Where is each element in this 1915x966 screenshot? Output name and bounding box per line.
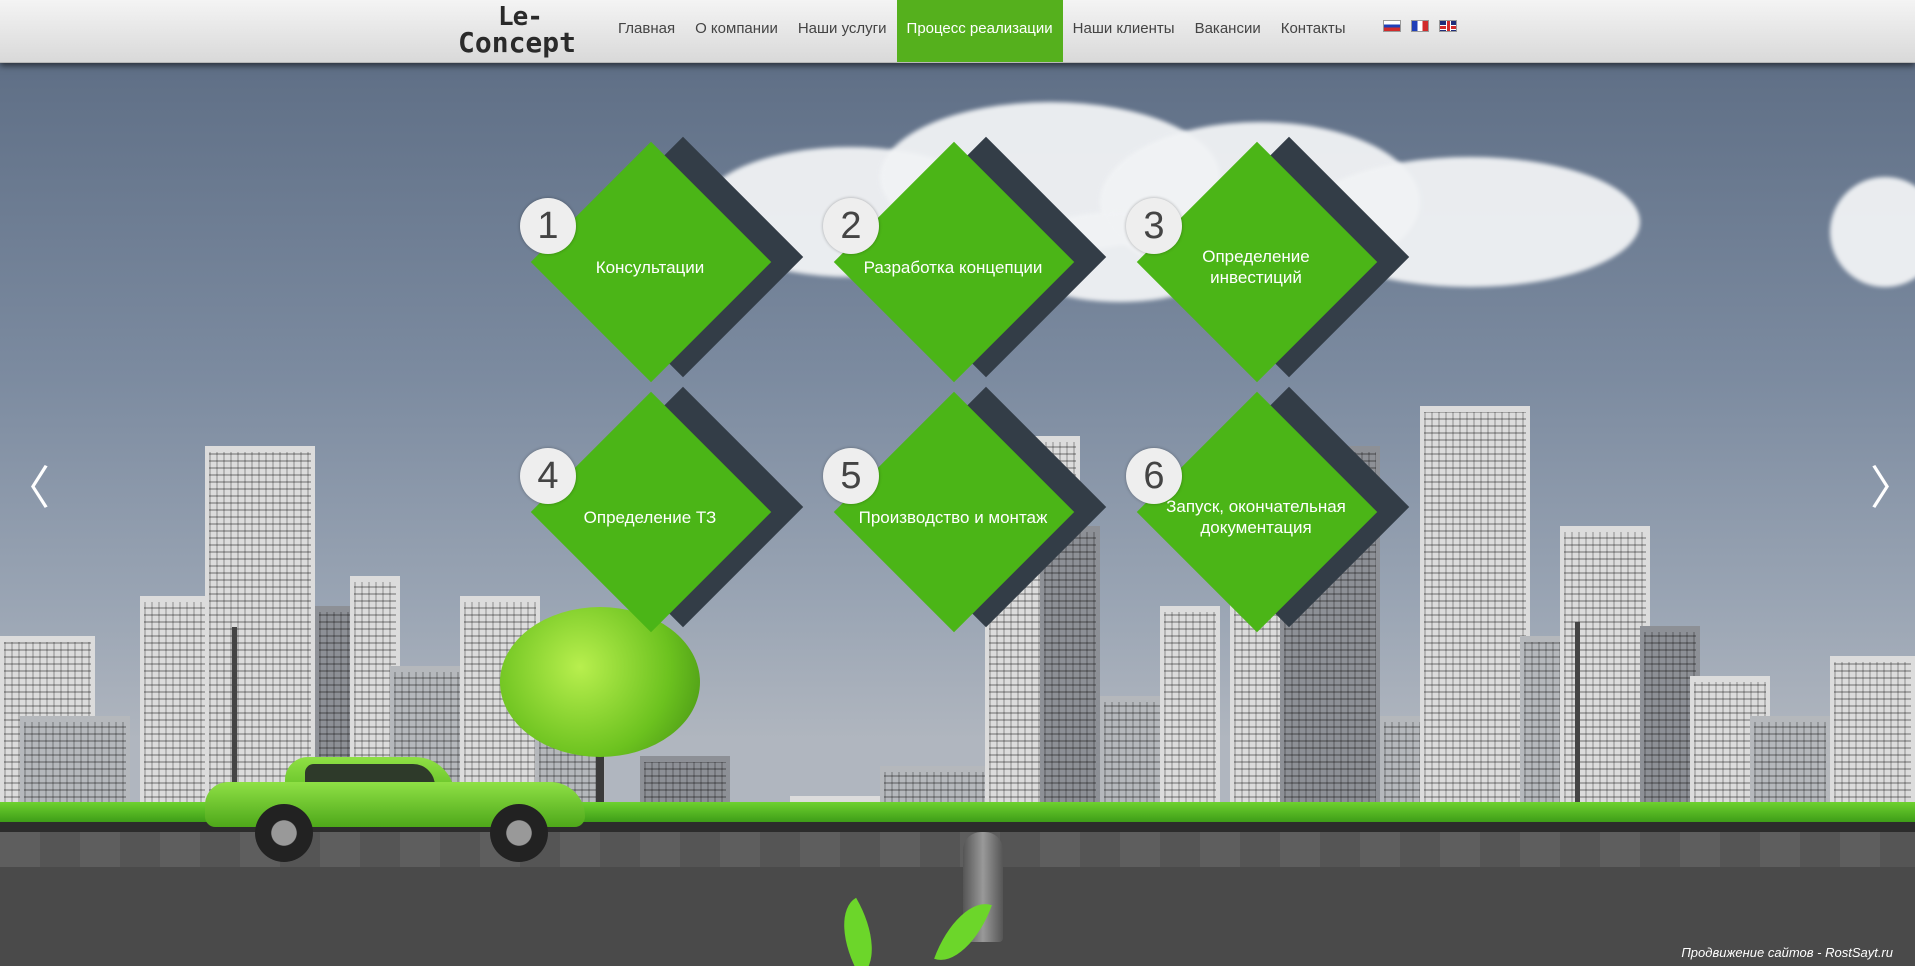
process-step-4[interactable]: Определение ТЗ 4 bbox=[520, 386, 804, 662]
step-label: Определение инвестиций bbox=[1202, 247, 1310, 287]
nav-item-services[interactable]: Наши услуги bbox=[788, 0, 897, 62]
car-decor bbox=[205, 752, 585, 862]
step-number: 1 bbox=[520, 198, 576, 254]
ru-flag-icon[interactable] bbox=[1383, 20, 1401, 32]
step-label: Определение ТЗ bbox=[583, 507, 717, 527]
nav-item-process[interactable]: Процесс реализации bbox=[896, 0, 1063, 62]
top-header: Le- Concept Главная О компании Наши услу… bbox=[0, 0, 1915, 63]
step-label: Консультации bbox=[595, 257, 705, 277]
process-step-1[interactable]: Консультации 1 bbox=[520, 136, 804, 412]
step-number: 6 bbox=[1126, 448, 1182, 504]
process-step-5[interactable]: Производство и монтаж 5 bbox=[823, 386, 1107, 662]
nav-item-contacts[interactable]: Контакты bbox=[1271, 0, 1356, 62]
step-number: 3 bbox=[1126, 198, 1182, 254]
process-step-2[interactable]: Разработка концепции 2 bbox=[823, 136, 1107, 412]
fr-flag-icon[interactable] bbox=[1411, 20, 1429, 32]
language-switcher bbox=[1383, 20, 1457, 32]
nav-item-clients[interactable]: Наши клиенты bbox=[1063, 0, 1185, 62]
process-step-6[interactable]: Запуск, окончательная документация 6 bbox=[1126, 386, 1410, 662]
main-nav: Главная О компании Наши услуги Процесс р… bbox=[608, 0, 1356, 62]
step-number: 2 bbox=[823, 198, 879, 254]
brand-logo[interactable]: Le- Concept bbox=[458, 2, 583, 59]
footer-credit-link[interactable]: Продвижение сайтов - RostSayt.ru bbox=[1681, 945, 1893, 960]
cloud-decor bbox=[1830, 177, 1915, 287]
nav-item-vacancies[interactable]: Вакансии bbox=[1185, 0, 1271, 62]
step-number: 4 bbox=[520, 448, 576, 504]
street-lamp-decor bbox=[1575, 622, 1580, 827]
process-step-3[interactable]: Определение инвестиций 3 bbox=[1126, 136, 1410, 412]
logo-line-2: Concept bbox=[458, 26, 577, 59]
step-label: Разработка концепции bbox=[863, 257, 1043, 277]
nav-item-home[interactable]: Главная bbox=[608, 0, 685, 62]
en-flag-icon[interactable] bbox=[1439, 20, 1457, 32]
nav-item-about[interactable]: О компании bbox=[685, 0, 788, 62]
slider-next-arrow-icon[interactable]: 〉 bbox=[1870, 452, 1915, 518]
step-label: Запуск, окончательная документация bbox=[1166, 497, 1346, 537]
step-label: Производство и монтаж bbox=[858, 507, 1048, 527]
step-number: 5 bbox=[823, 448, 879, 504]
hero-slider: Консультации 1 Разработка концепции 2 Оп… bbox=[0, 62, 1915, 966]
slider-prev-arrow-icon[interactable]: 〈 bbox=[4, 452, 50, 518]
